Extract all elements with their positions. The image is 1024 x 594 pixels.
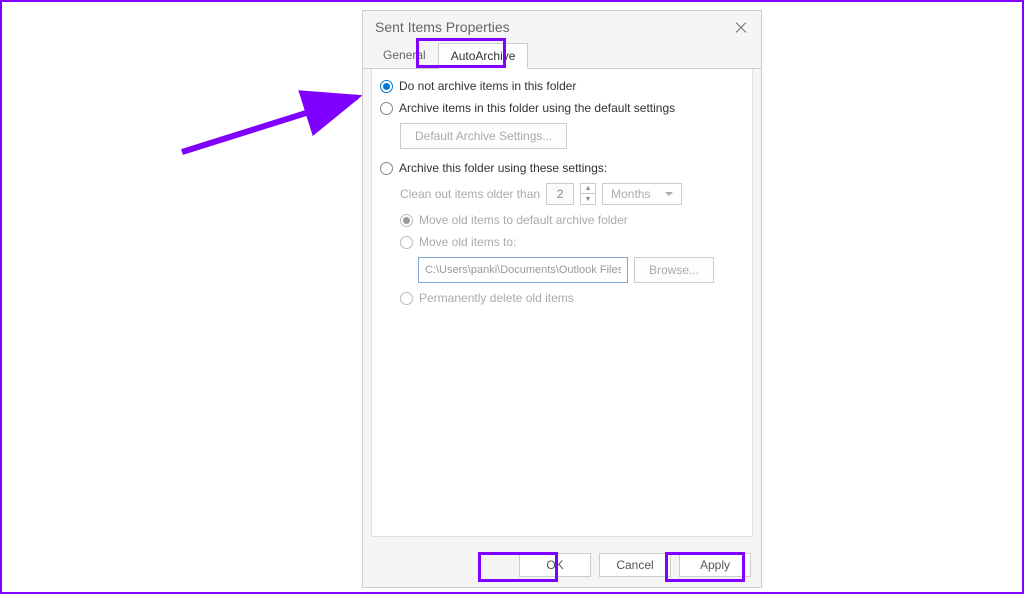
archive-path-input[interactable] xyxy=(418,257,628,283)
ok-button[interactable]: OK xyxy=(519,553,591,577)
apply-button[interactable]: Apply xyxy=(679,553,751,577)
dialog-buttons: OK Cancel Apply xyxy=(363,545,761,587)
radio-label: Archive items in this folder using the d… xyxy=(399,101,675,115)
tab-general[interactable]: General xyxy=(371,43,438,68)
radio-label: Move old items to: xyxy=(419,235,516,249)
spinner-down-icon[interactable]: ▼ xyxy=(581,194,595,204)
radio-label: Do not archive items in this folder xyxy=(399,79,576,93)
radio-icon xyxy=(380,80,393,93)
default-archive-settings-button[interactable]: Default Archive Settings... xyxy=(400,123,567,149)
dropdown-value: Months xyxy=(611,187,650,201)
radio-icon xyxy=(400,236,413,249)
radio-archive-default[interactable]: Archive items in this folder using the d… xyxy=(380,101,744,115)
dialog-title: Sent Items Properties xyxy=(375,19,510,35)
radio-icon xyxy=(400,214,413,227)
spinner-up-icon[interactable]: ▲ xyxy=(581,184,595,194)
close-icon[interactable] xyxy=(733,19,749,35)
radio-move-default[interactable]: Move old items to default archive folder xyxy=(380,213,744,227)
cancel-button[interactable]: Cancel xyxy=(599,553,671,577)
tab-bar: General AutoArchive xyxy=(363,43,761,69)
clean-out-row: Clean out items older than ▲ ▼ Months xyxy=(380,183,744,205)
radio-label: Permanently delete old items xyxy=(419,291,574,305)
radio-icon xyxy=(380,162,393,175)
radio-do-not-archive[interactable]: Do not archive items in this folder xyxy=(380,79,744,93)
path-row: Browse... xyxy=(380,257,744,283)
browse-button[interactable]: Browse... xyxy=(634,257,714,283)
clean-out-label: Clean out items older than xyxy=(400,187,540,201)
tab-autoarchive[interactable]: AutoArchive xyxy=(438,43,529,69)
annotation-arrow xyxy=(177,62,377,162)
properties-dialog: Sent Items Properties General AutoArchiv… xyxy=(362,10,762,588)
radio-label: Move old items to default archive folder xyxy=(419,213,628,227)
radio-move-to[interactable]: Move old items to: xyxy=(380,235,744,249)
radio-icon xyxy=(400,292,413,305)
tab-content: Do not archive items in this folder Arch… xyxy=(371,69,753,537)
unit-dropdown[interactable]: Months xyxy=(602,183,682,205)
titlebar: Sent Items Properties xyxy=(363,11,761,43)
clean-out-value-input[interactable] xyxy=(546,183,574,205)
radio-permanently-delete[interactable]: Permanently delete old items xyxy=(380,291,744,305)
radio-label: Archive this folder using these settings… xyxy=(399,161,607,175)
radio-archive-custom[interactable]: Archive this folder using these settings… xyxy=(380,161,744,175)
spinner[interactable]: ▲ ▼ xyxy=(580,183,596,205)
radio-icon xyxy=(380,102,393,115)
